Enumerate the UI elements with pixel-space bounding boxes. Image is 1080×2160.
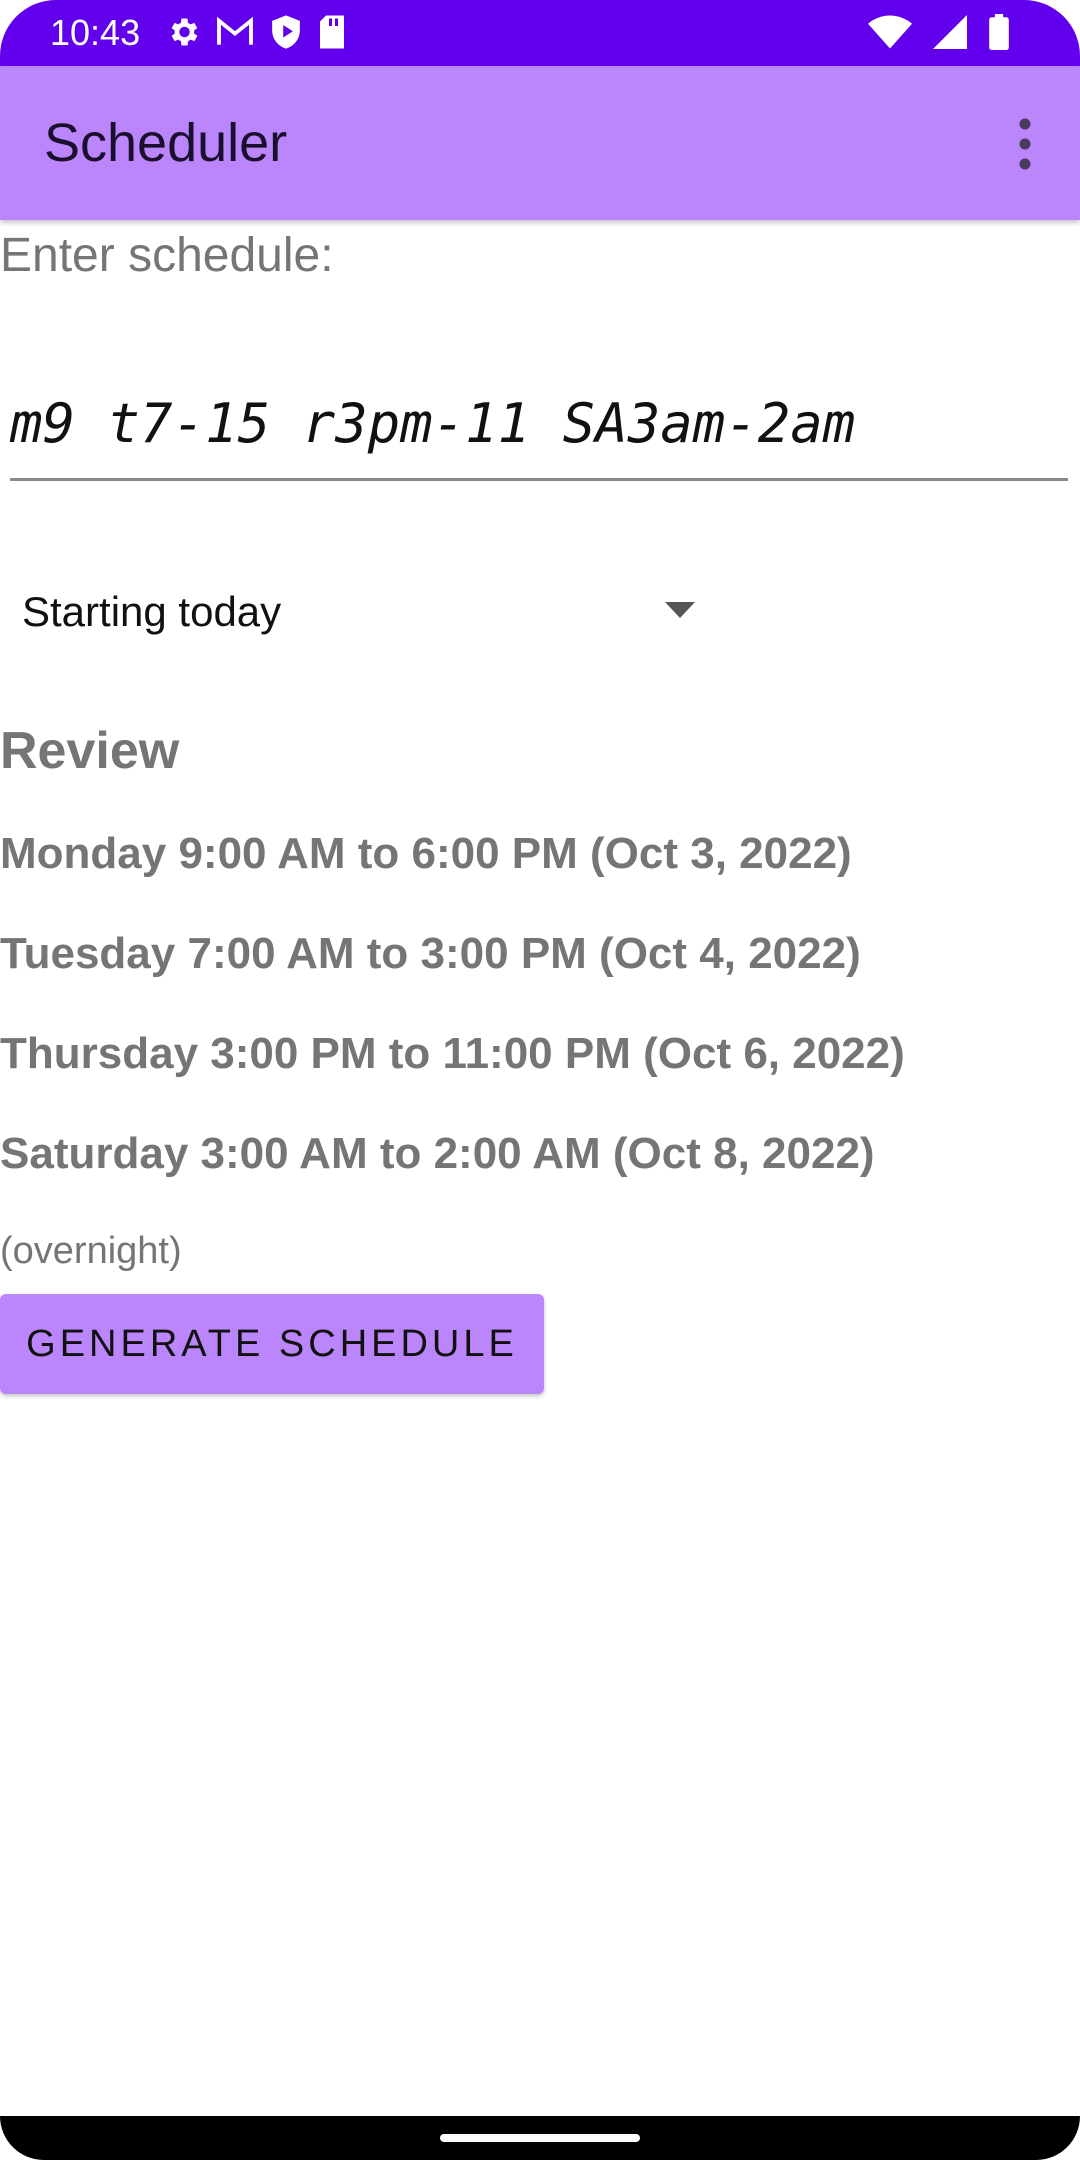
more-vert-icon [1019, 118, 1031, 170]
shield-icon [272, 15, 300, 49]
app-bar: Scheduler [0, 66, 1080, 220]
signal-icon [933, 15, 967, 49]
generate-schedule-button[interactable]: GENERATE SCHEDULE [0, 1294, 544, 1394]
review-entry-tuesday: Tuesday 7:00 AM to 3:00 PM (Oct 4, 2022) [0, 929, 861, 978]
review-heading: Review [0, 722, 180, 780]
gear-icon [171, 18, 198, 46]
schedule-input[interactable] [10, 368, 1068, 481]
app-title: Scheduler [44, 113, 288, 173]
gesture-navigation-bar [0, 2116, 1080, 2160]
battery-icon [989, 14, 1009, 50]
home-gesture-handle[interactable] [440, 2134, 640, 2142]
schedule-prompt-label: Enter schedule: [0, 229, 334, 282]
overnight-note: (overnight) [0, 1230, 182, 1272]
status-time: 10:43 [50, 12, 141, 53]
overflow-menu-button[interactable] [1010, 116, 1040, 172]
review-entry-saturday: Saturday 3:00 AM to 2:00 AM (Oct 8, 2022… [0, 1129, 875, 1178]
gmail-icon [217, 16, 253, 45]
review-entry-monday: Monday 9:00 AM to 6:00 PM (Oct 3, 2022) [0, 829, 852, 878]
dropdown-arrow-icon [665, 602, 695, 618]
status-bar: 10:43 [0, 0, 1080, 66]
start-date-dropdown[interactable]: Starting today [0, 550, 720, 680]
sd-card-icon [320, 15, 344, 49]
status-notification-icons [165, 14, 347, 50]
wifi-icon [868, 15, 912, 49]
start-date-selected-value: Starting today [22, 588, 282, 635]
status-system-icons [868, 14, 1010, 50]
review-entry-thursday: Thursday 3:00 PM to 11:00 PM (Oct 6, 202… [0, 1029, 905, 1078]
